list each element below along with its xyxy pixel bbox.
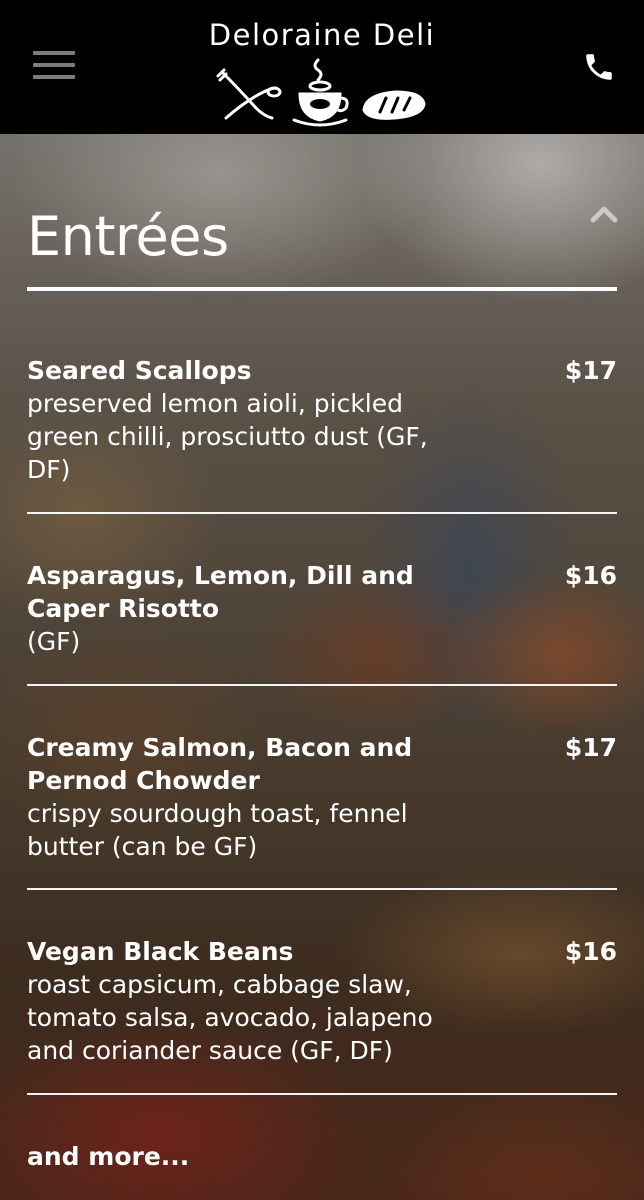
menu-item[interactable]: Creamy Salmon, Bacon and Pernod Chowder … — [27, 731, 617, 863]
item-divider — [27, 888, 617, 890]
menu-item-description: roast capsicum, cabbage slaw, tomato sal… — [27, 970, 433, 1065]
menu-item-name: Seared Scallops — [27, 356, 252, 385]
bread-loaf-icon — [362, 90, 426, 120]
menu-item-price: $16 — [564, 561, 617, 590]
section-title: Entrées — [27, 205, 229, 268]
menu-item-price: $17 — [564, 356, 617, 385]
menu-item-name: Creamy Salmon, Bacon and Pernod Chowder — [27, 733, 413, 795]
menu-item-description: (GF) — [27, 627, 81, 656]
menu-item-name: Asparagus, Lemon, Dill and Caper Risotto — [27, 561, 414, 623]
coffee-cup-icon — [292, 58, 349, 127]
brand[interactable]: Deloraine Deli — [172, 18, 472, 127]
menu-item[interactable]: Seared Scallops preserved lemon aioli, p… — [27, 354, 617, 486]
header-bar: Deloraine Deli — [0, 0, 644, 134]
menu-item-description: preserved lemon aioli, pickled green chi… — [27, 389, 428, 484]
menu-item-description: crispy sourdough toast, fennel butter (c… — [27, 799, 408, 861]
item-divider — [27, 1093, 617, 1095]
menu-item-price: $17 — [564, 733, 617, 762]
hamburger-menu-icon[interactable] — [33, 51, 75, 79]
section-title-underline — [27, 287, 617, 291]
menu-item-price: $16 — [564, 937, 617, 966]
brand-logo — [216, 58, 426, 127]
menu-item[interactable]: Asparagus, Lemon, Dill and Caper Risotto… — [27, 559, 617, 658]
menu-item-name: Vegan Black Beans — [27, 937, 294, 966]
chevron-up-icon[interactable] — [590, 204, 618, 224]
item-divider — [27, 512, 617, 514]
utensils-icon — [216, 68, 282, 120]
menu-item[interactable]: Vegan Black Beans roast capsicum, cabbag… — [27, 935, 617, 1067]
phone-icon[interactable] — [582, 50, 616, 84]
and-more-link[interactable]: and more... — [27, 1140, 189, 1173]
item-divider — [27, 684, 617, 686]
brand-name: Deloraine Deli — [208, 18, 436, 52]
